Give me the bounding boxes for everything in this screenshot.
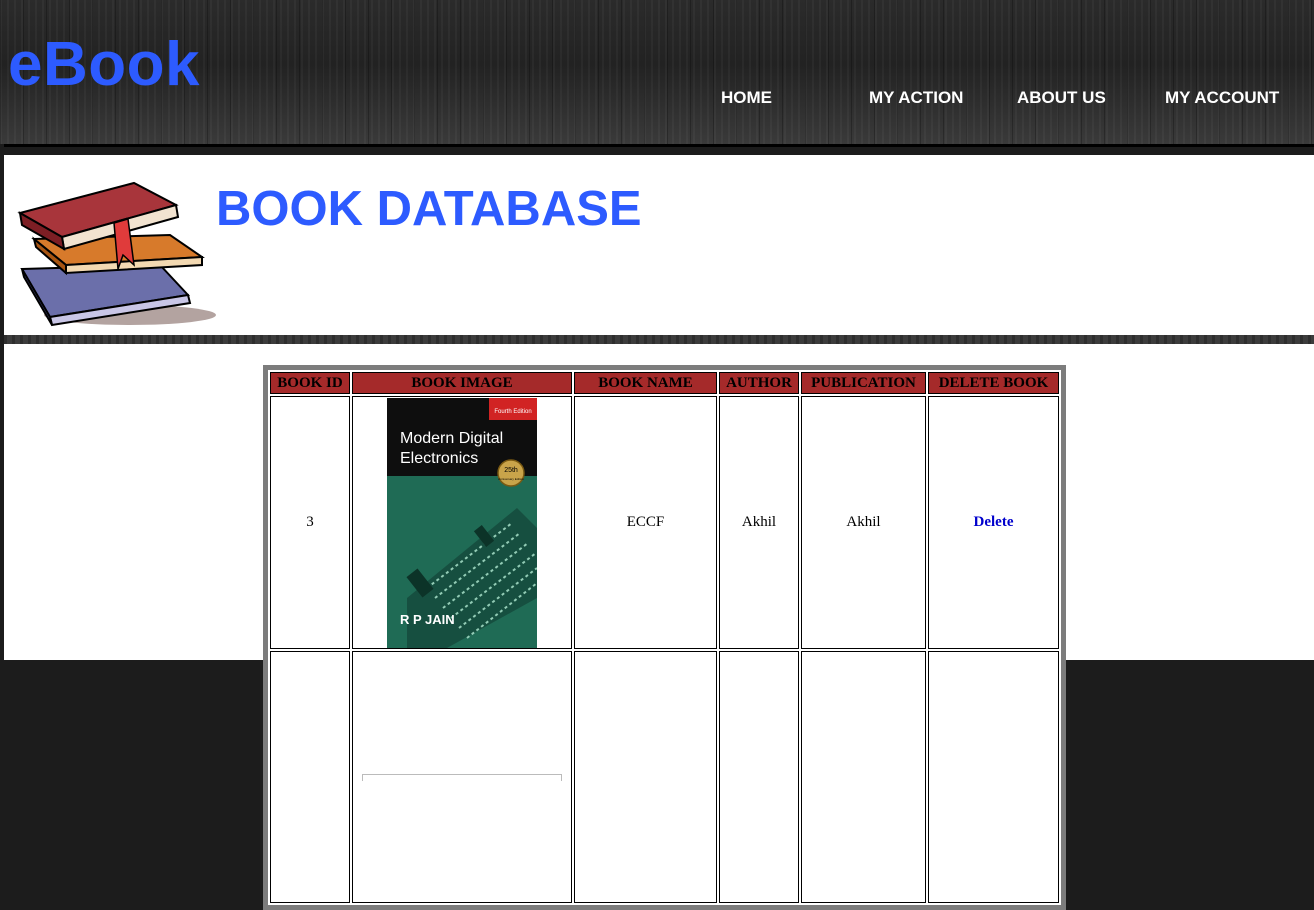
table-row [270, 651, 1059, 903]
book-image-cell [352, 651, 572, 903]
svg-text:Electronics: Electronics [400, 450, 478, 467]
svg-text:R P JAIN: R P JAIN [400, 612, 455, 627]
delete-cell [928, 651, 1059, 903]
col-book-name: BOOK NAME [574, 372, 717, 394]
author-cell: Akhil [719, 396, 799, 649]
books-stack-icon [17, 181, 216, 327]
table-row: 3 Fourth Edition Modern Digital Electron… [270, 396, 1059, 649]
header-divider [4, 144, 1314, 147]
author-cell [719, 651, 799, 903]
col-author: AUTHOR [719, 372, 799, 394]
col-publication: PUBLICATION [801, 372, 926, 394]
book-image-cell: Fourth Edition Modern Digital Electronic… [352, 396, 572, 649]
col-book-image: BOOK IMAGE [352, 372, 572, 394]
main-content: BOOK ID BOOK IMAGE BOOK NAME AUTHOR PUBL… [4, 344, 1314, 910]
svg-text:Modern Digital: Modern Digital [400, 430, 503, 447]
book-id-cell [270, 651, 350, 903]
nav-my-account[interactable]: MY ACCOUNT [1165, 88, 1279, 108]
publication-cell [801, 651, 926, 903]
main-nav: HOME MY ACTION ABOUT US MY ACCOUNT [0, 88, 1314, 110]
nav-about-us[interactable]: ABOUT US [1017, 88, 1106, 108]
broken-image-icon [362, 773, 562, 781]
book-name-cell [574, 651, 717, 903]
svg-text:Anniversary Edition: Anniversary Edition [498, 477, 524, 481]
publication-cell: Akhil [801, 396, 926, 649]
nav-home[interactable]: HOME [721, 88, 772, 108]
books-table: BOOK ID BOOK IMAGE BOOK NAME AUTHOR PUBL… [263, 365, 1066, 910]
svg-text:25th: 25th [504, 467, 518, 474]
section-divider [4, 335, 1314, 344]
book-id-cell: 3 [270, 396, 350, 649]
book-name-cell: ECCF [574, 396, 717, 649]
book-cover-image[interactable]: Fourth Edition Modern Digital Electronic… [387, 398, 537, 648]
site-header: eBook HOME MY ACTION ABOUT US MY ACCOUNT [0, 0, 1314, 144]
col-book-id: BOOK ID [270, 372, 350, 394]
delete-cell: Delete [928, 396, 1059, 649]
delete-book-link[interactable]: Delete [974, 514, 1014, 530]
table-header-row: BOOK ID BOOK IMAGE BOOK NAME AUTHOR PUBL… [270, 372, 1059, 394]
col-delete-book: DELETE BOOK [928, 372, 1059, 394]
page-banner: BOOK DATABASE [4, 155, 1314, 335]
nav-my-action[interactable]: MY ACTION [869, 88, 963, 108]
page-title: BOOK DATABASE [216, 182, 642, 236]
svg-text:Fourth Edition: Fourth Edition [494, 409, 531, 415]
